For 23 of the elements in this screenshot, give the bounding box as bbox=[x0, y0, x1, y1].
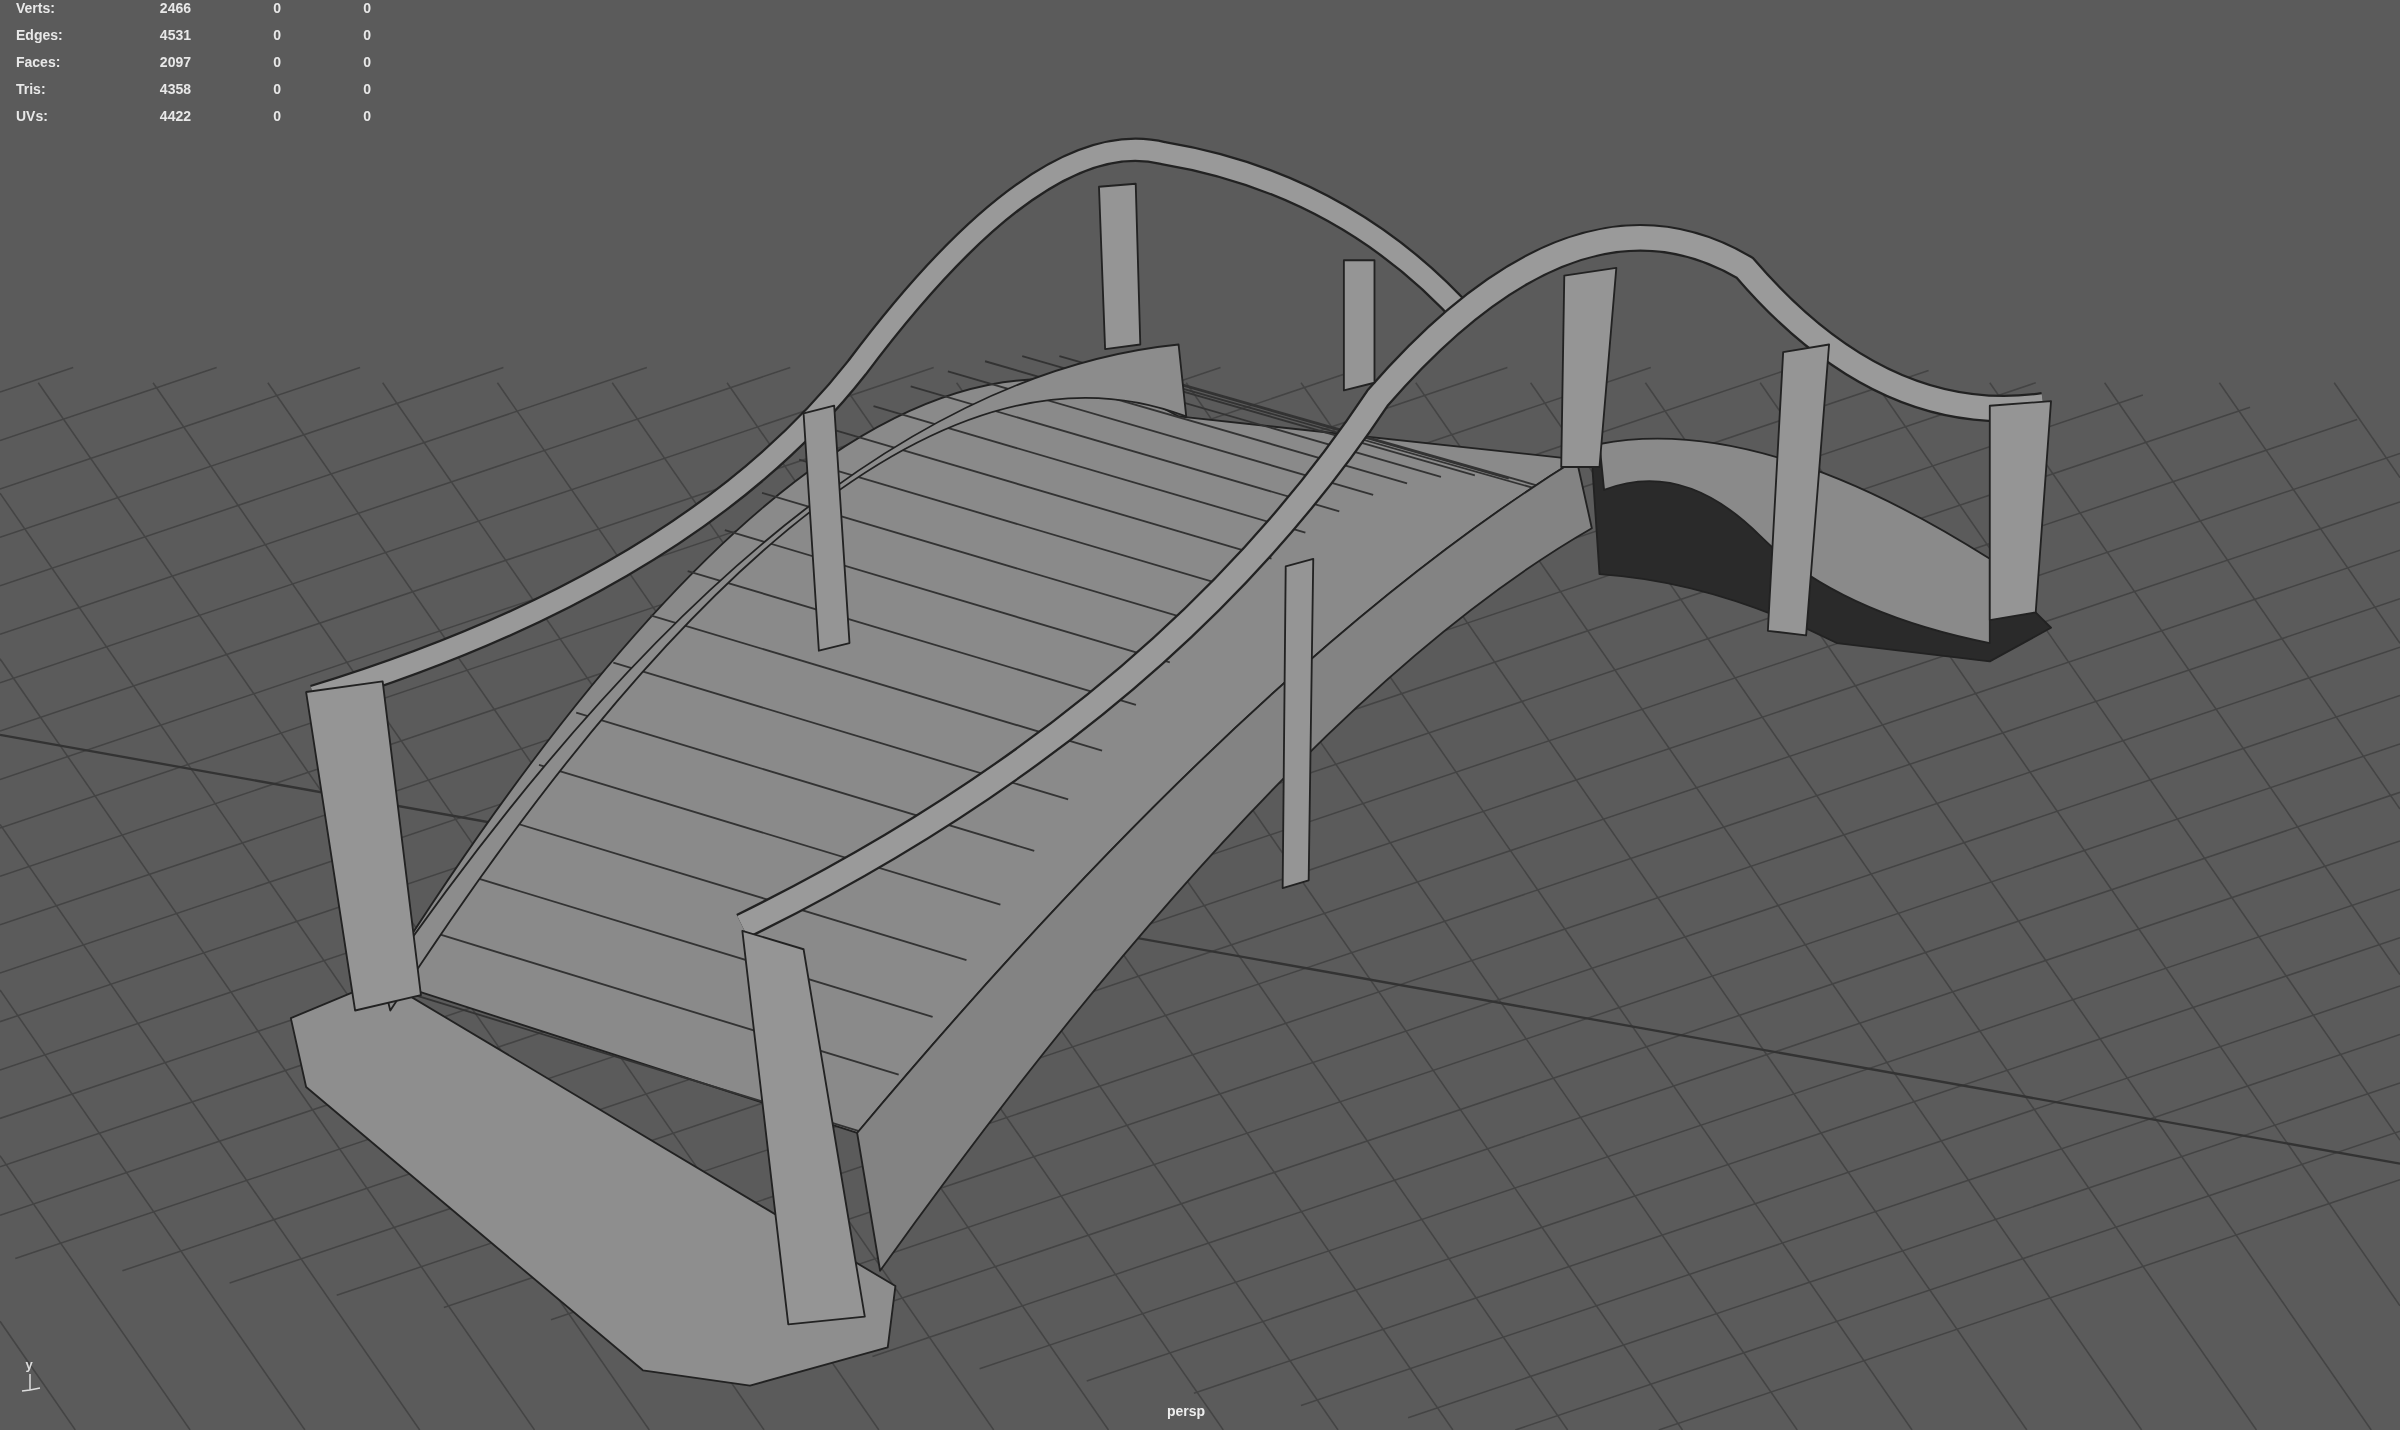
stat-value: 0 bbox=[272, 54, 281, 70]
stat-value: 2466 bbox=[158, 0, 191, 16]
stat-value: 4358 bbox=[158, 81, 191, 97]
stat-value: 0 bbox=[362, 0, 371, 16]
stat-label: Tris: bbox=[16, 81, 47, 97]
stat-label: Edges: bbox=[16, 27, 64, 43]
stat-label: Faces: bbox=[16, 54, 62, 70]
stat-value: 4531 bbox=[158, 27, 191, 43]
stat-value: 0 bbox=[362, 108, 371, 124]
stat-value: 0 bbox=[272, 81, 281, 97]
stat-value: 0 bbox=[362, 54, 371, 70]
stat-value: 2097 bbox=[158, 54, 191, 70]
stat-value: 0 bbox=[362, 81, 371, 97]
stat-label: UVs: bbox=[16, 108, 49, 124]
stat-value: 0 bbox=[272, 0, 281, 16]
stat-label: Verts: bbox=[16, 0, 56, 16]
3d-viewport[interactable]: Verts: 2466 0 0 Edges: 4531 0 0 Faces: 2097 0 0 Tris: 4358 0 0 UVs: 4422 0 0 y persp bbox=[0, 0, 2400, 1430]
stat-value: 0 bbox=[272, 108, 281, 124]
camera-name-label: persp bbox=[1167, 1403, 1206, 1419]
stat-value: 4422 bbox=[158, 108, 191, 124]
stat-value: 0 bbox=[272, 27, 281, 43]
axis-label: y bbox=[25, 1358, 33, 1372]
stat-value: 0 bbox=[362, 27, 371, 43]
